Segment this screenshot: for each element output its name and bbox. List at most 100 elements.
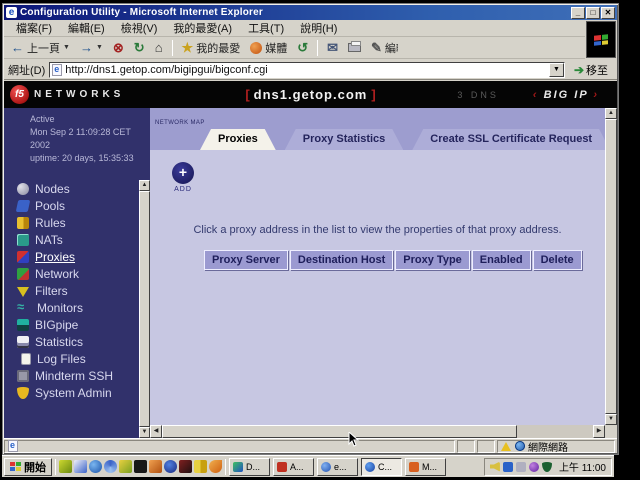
sidebar-scrollbar[interactable]: ▲ ▼ [139,180,150,438]
scroll-left-icon[interactable]: ◀ [150,425,162,438]
scroll-up-icon[interactable]: ▲ [605,108,617,119]
sidebar-item-statistics[interactable]: Statistics [4,333,139,350]
column-enabled[interactable]: Enabled [472,250,531,270]
scroll-up-icon[interactable]: ▲ [139,180,150,191]
sidebar-item-network[interactable]: Network [4,265,139,282]
task-button-3[interactable]: e... [317,458,358,476]
pools-icon [16,200,31,212]
forward-button[interactable]: → ▼ [77,40,106,55]
quicklaunch-icon-10[interactable] [194,460,207,473]
history-button[interactable]: ↺ [294,40,311,55]
start-button[interactable]: 開始 [4,458,52,476]
sidebar-item-log-files[interactable]: Log Files [4,350,139,367]
scroll-down-icon[interactable]: ▼ [139,427,150,438]
task-button-5[interactable]: M... [405,458,446,476]
column-destination-host[interactable]: Destination Host [290,250,393,270]
sidebar-item-pools[interactable]: Pools [4,197,139,214]
quicklaunch-icon-2[interactable] [74,460,87,473]
app-icon [365,462,375,472]
scroll-down-icon[interactable]: ▼ [605,414,617,425]
add-proxy-button[interactable]: + ADD [170,162,196,193]
mail-button[interactable]: ✉ [324,40,341,55]
close-button[interactable]: ✕ [601,7,615,19]
hostname-display: [dns1.getop.com] [4,87,617,102]
address-bar: 網址(D) http://dns1.getop.com/bigipgui/big… [4,60,617,80]
quicklaunch-icon-9[interactable] [179,460,192,473]
refresh-button[interactable]: ↻ [131,40,148,55]
address-label: 網址(D) [8,62,45,78]
nats-icon [17,234,29,246]
scroll-right-icon[interactable]: ▶ [593,425,605,438]
quicklaunch-icon-11[interactable] [209,460,222,473]
sidebar-item-monitors[interactable]: ≈Monitors [4,299,139,316]
task-button-1[interactable]: D... [229,458,270,476]
volume-icon[interactable] [490,462,500,472]
go-button[interactable]: ➔ 移至 [569,61,613,79]
scrollbar-thumb[interactable] [139,191,150,427]
antivirus-icon[interactable] [542,462,552,472]
menu-view[interactable]: 檢視(V) [113,19,166,37]
column-proxy-server[interactable]: Proxy Server [204,250,288,270]
tab-proxy-statistics[interactable]: Proxy Statistics [285,129,404,150]
menu-favorites[interactable]: 我的最愛(A) [165,19,240,37]
forward-dropdown-icon[interactable]: ▼ [96,44,103,51]
address-input[interactable]: http://dns1.getop.com/bigipgui/bigconf.c… [49,62,565,78]
ie-throbber-logo [586,21,616,58]
network-map-button[interactable]: NETWORK MAP [155,111,197,129]
messenger-icon[interactable] [529,462,539,472]
back-dropdown-icon[interactable]: ▼ [63,44,70,51]
display-icon[interactable] [503,462,513,472]
scrollbar-track[interactable] [517,425,593,438]
quicklaunch-icon-3[interactable] [89,460,102,473]
address-dropdown-icon[interactable]: ▼ [549,63,564,77]
quicklaunch-icon-8[interactable] [164,460,177,473]
sidebar-item-proxies[interactable]: Proxies [4,248,139,265]
status-pane-empty [457,440,475,453]
system-status-block: Active Mon Sep 2 11:09:28 CET 2002 uptim… [4,108,150,165]
stop-button[interactable]: ⊗ [110,40,127,55]
sidebar-item-nats[interactable]: NATs [4,231,139,248]
quicklaunch-icon-7[interactable] [149,460,162,473]
back-button[interactable]: ← 上一頁 ▼ [8,39,73,57]
quicklaunch-icon-1[interactable] [59,460,72,473]
menu-help[interactable]: 說明(H) [292,19,345,37]
column-proxy-type[interactable]: Proxy Type [395,250,470,270]
monitors-icon: ≈ [17,302,31,314]
tray-app-icon[interactable] [516,462,526,472]
menu-file[interactable]: 檔案(F) [8,19,60,37]
media-button[interactable]: 媒體 [247,39,290,57]
edit-icon: ✎ [371,41,382,54]
sidebar-item-system-admin[interactable]: System Admin [4,384,139,401]
proxies-panel: + ADD Click a proxy address in the list … [150,150,605,425]
security-zone-pane: 網際網路 [497,440,615,453]
task-button-4-active[interactable]: C... [361,458,402,476]
scrollbar-thumb[interactable] [605,119,617,414]
quicklaunch-icon-6[interactable] [134,460,147,473]
proxies-icon [17,251,29,263]
column-delete[interactable]: Delete [533,250,582,270]
content-vertical-scrollbar[interactable]: ▲ ▼ [605,108,617,425]
minimize-button[interactable]: _ [571,7,585,19]
menu-edit[interactable]: 編輯(E) [60,19,113,37]
sidebar-item-bigpipe[interactable]: BIGpipe [4,316,139,333]
quicklaunch-icon-5[interactable] [119,460,132,473]
url-text[interactable]: http://dns1.getop.com/bigipgui/bigconf.c… [65,64,549,76]
title-bar: e Configuration Utility - Microsoft Inte… [4,5,617,20]
sidebar-item-rules[interactable]: Rules [4,214,139,231]
task-button-2[interactable]: A... [273,458,314,476]
sidebar-item-mindterm-ssh[interactable]: Mindterm SSH [4,367,139,384]
menu-tools[interactable]: 工具(T) [240,19,292,37]
edit-button[interactable]: ✎ 編輯 [368,39,401,57]
tab-create-ssl-certificate-request[interactable]: Create SSL Certificate Request [412,129,605,150]
sidebar-item-nodes[interactable]: Nodes [4,180,139,197]
tab-proxies[interactable]: Proxies [200,129,276,150]
sidebar-item-filters[interactable]: Filters [4,282,139,299]
scrollbar-thumb[interactable] [162,425,517,438]
quicklaunch-icon-4[interactable] [104,460,117,473]
print-button[interactable] [345,42,364,53]
content-horizontal-scrollbar[interactable]: ◀ ▶ [150,425,605,438]
favorites-button[interactable]: ★ 我的最愛 [179,39,244,57]
toolbar-separator [317,40,318,56]
maximize-button[interactable]: □ [586,7,600,19]
home-button[interactable]: ⌂ [152,40,166,55]
